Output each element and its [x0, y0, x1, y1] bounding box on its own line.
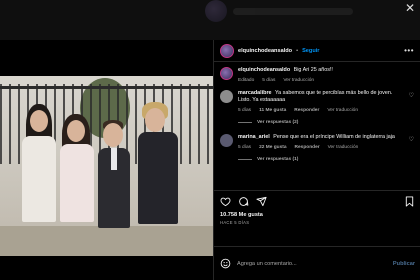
separator-dot: • [296, 47, 299, 54]
translate-link[interactable]: Ver traducción [328, 144, 359, 151]
comments-list: elquinchodeansaldo Big Ari 25 años!! Edi… [214, 62, 420, 162]
comment-username[interactable]: marcadalibre [238, 90, 272, 96]
heart-icon[interactable]: ♡ [409, 92, 414, 99]
emoji-icon[interactable] [220, 258, 231, 269]
edited-label: Editado [238, 78, 255, 83]
view-replies-button[interactable]: Ver respuestas (1) [238, 157, 414, 162]
caption-text: Big Ari 25 años!! [293, 67, 333, 73]
view-replies-label[interactable]: Ver respuestas (1) [257, 157, 298, 162]
caption-username[interactable]: elquinchodeansaldo [238, 67, 290, 73]
reply-button[interactable]: Responder [295, 144, 320, 151]
heart-icon[interactable]: ♡ [409, 136, 414, 143]
author-username[interactable]: elquinchodeansaldo [238, 48, 292, 54]
comment-username[interactable]: marina_ariel [238, 134, 270, 140]
avatar[interactable] [220, 43, 234, 58]
close-icon[interactable]: ✕ [404, 2, 416, 14]
comment-likes[interactable]: 11 Me gusta [259, 107, 286, 114]
view-replies-label[interactable]: Ver respuestas (2) [257, 120, 298, 125]
caption: elquinchodeansaldo Big Ari 25 años!! Edi… [220, 67, 414, 84]
caption-age: 5 días [262, 78, 276, 83]
share-icon[interactable] [256, 196, 267, 207]
post-modal: elquinchodeansaldo • Seguir ••• elquinch… [0, 40, 420, 280]
comment-age: 5 días [238, 108, 252, 113]
background-avatar [205, 0, 227, 22]
heart-icon[interactable] [220, 196, 231, 207]
comment-item: marcadalibre Ya sabemos que te percibías… [220, 90, 414, 114]
likes-count[interactable]: 10.758 Me gusta [220, 212, 415, 218]
reply-button[interactable]: Responder [294, 107, 319, 114]
post-date: HACE 5 DÍAS [220, 220, 250, 225]
post-photo [0, 76, 213, 256]
bookmark-icon[interactable] [404, 196, 415, 207]
more-options-icon[interactable]: ••• [404, 46, 414, 55]
comment-age: 5 días [238, 145, 252, 150]
view-replies-button[interactable]: Ver respuestas (2) [238, 120, 414, 125]
avatar[interactable] [220, 134, 233, 147]
comment-input[interactable] [237, 260, 387, 267]
background-feed-item [205, 0, 353, 22]
publish-button[interactable]: Publicar [393, 261, 415, 267]
avatar[interactable] [220, 90, 233, 103]
post-actions: 10.758 Me gusta HACE 5 DÍAS [214, 190, 420, 225]
add-comment-bar: Publicar [214, 246, 420, 280]
translate-link[interactable]: Ver traducción [327, 107, 358, 114]
post-header: elquinchodeansaldo • Seguir ••• [214, 40, 420, 62]
comment-item: marina_ariel Pense que era el príncipe W… [220, 134, 414, 151]
background-text [233, 7, 353, 15]
photo-pane [0, 40, 213, 280]
translate-link[interactable]: Ver traducción [283, 77, 314, 84]
comment-text: Pense que era el príncipe William de ing… [273, 134, 395, 140]
comment-likes[interactable]: 22 Me gusta [259, 144, 286, 151]
post-info-pane: elquinchodeansaldo • Seguir ••• elquinch… [213, 40, 420, 280]
follow-button[interactable]: Seguir [302, 48, 319, 54]
avatar[interactable] [220, 67, 233, 80]
comment-icon[interactable] [238, 196, 249, 207]
